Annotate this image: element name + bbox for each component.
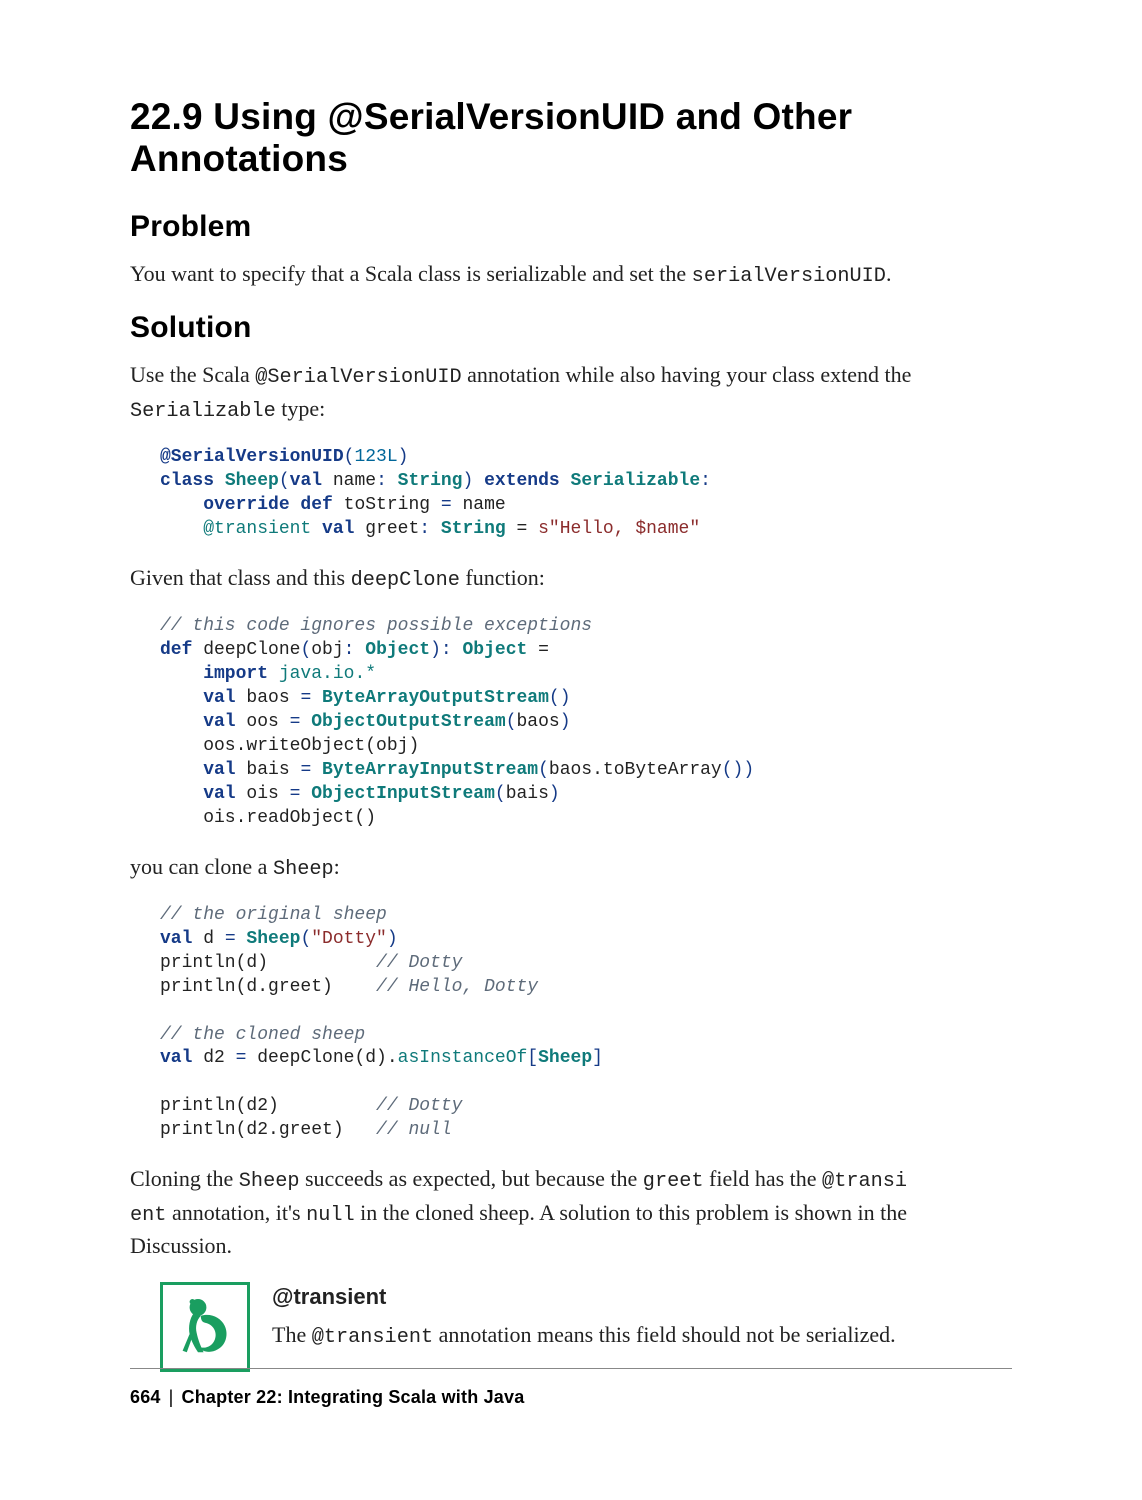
chapter-label: Chapter 22: Integrating Scala with Java xyxy=(182,1387,525,1407)
text: annotation means this field should not b… xyxy=(433,1322,896,1347)
note-body: @transient The @transient annotation mea… xyxy=(272,1282,1012,1353)
code-annotation: @SerialVersionUID xyxy=(255,366,461,389)
solution-paragraph-2: Given that class and this deepClone func… xyxy=(130,562,1012,595)
text: type: xyxy=(276,396,326,421)
text: The xyxy=(272,1322,312,1347)
text: Given that class and this xyxy=(130,565,351,590)
page-content: 22.9 Using @SerialVersionUID and Other A… xyxy=(130,96,1012,1372)
text: annotation while also having your class … xyxy=(462,362,912,387)
text: . xyxy=(886,261,892,286)
code-block-sheep-class: @SerialVersionUID(123L) class Sheep(val … xyxy=(160,446,1012,542)
code-serialversionuid: serialVersionUID xyxy=(692,265,886,288)
solution-paragraph-3: you can clone a Sheep: xyxy=(130,851,1012,884)
code-serializable: Serializable xyxy=(130,400,276,423)
footer-text: 664 | Chapter 22: Integrating Scala with J… xyxy=(130,1387,1012,1408)
code-transient2: @transient xyxy=(312,1326,433,1349)
text: : xyxy=(334,854,340,879)
heading-problem: Problem xyxy=(130,210,1012,244)
text: you can clone a xyxy=(130,854,273,879)
code-sheep: Sheep xyxy=(273,858,334,881)
code-block-clone-sheep: // the original sheep val d = Sheep("Dot… xyxy=(160,904,1012,1143)
text: annotation, it's xyxy=(166,1200,306,1225)
page-footer: 664 | Chapter 22: Integrating Scala with J… xyxy=(130,1368,1012,1408)
footer-divider xyxy=(130,1368,1012,1369)
note-text: The @transient annotation means this fie… xyxy=(272,1318,1012,1353)
solution-paragraph-4: Cloning the Sheep succeeds as expected, … xyxy=(130,1163,1012,1262)
lemur-icon xyxy=(160,1282,250,1372)
code-greet: greet xyxy=(643,1170,704,1193)
solution-paragraph-1: Use the Scala @SerialVersionUID annotati… xyxy=(130,359,1012,426)
code-deepclone: deepClone xyxy=(351,569,460,592)
code-transient-broken-a: @transi xyxy=(822,1170,907,1193)
section-title: 22.9 Using @SerialVersionUID and Other A… xyxy=(130,96,1012,180)
code-block-deepclone: // this code ignores possible exceptions… xyxy=(160,615,1012,830)
heading-solution: Solution xyxy=(130,311,1012,345)
note-box: @transient The @transient annotation mea… xyxy=(160,1282,1012,1372)
text: You want to specify that a Scala class i… xyxy=(130,261,692,286)
text: function: xyxy=(460,565,545,590)
text: succeeds as expected, but because the xyxy=(300,1166,643,1191)
text: Use the Scala xyxy=(130,362,255,387)
footer-separator: | xyxy=(169,1387,174,1407)
problem-paragraph: You want to specify that a Scala class i… xyxy=(130,258,1012,291)
page-number: 664 xyxy=(130,1387,161,1407)
code-null: null xyxy=(306,1204,355,1227)
text: Cloning the xyxy=(130,1166,239,1191)
code-transient-broken-b: ent xyxy=(130,1204,166,1227)
note-title: @transient xyxy=(272,1284,1012,1310)
code-sheep2: Sheep xyxy=(239,1170,300,1193)
text: field has the xyxy=(704,1166,823,1191)
